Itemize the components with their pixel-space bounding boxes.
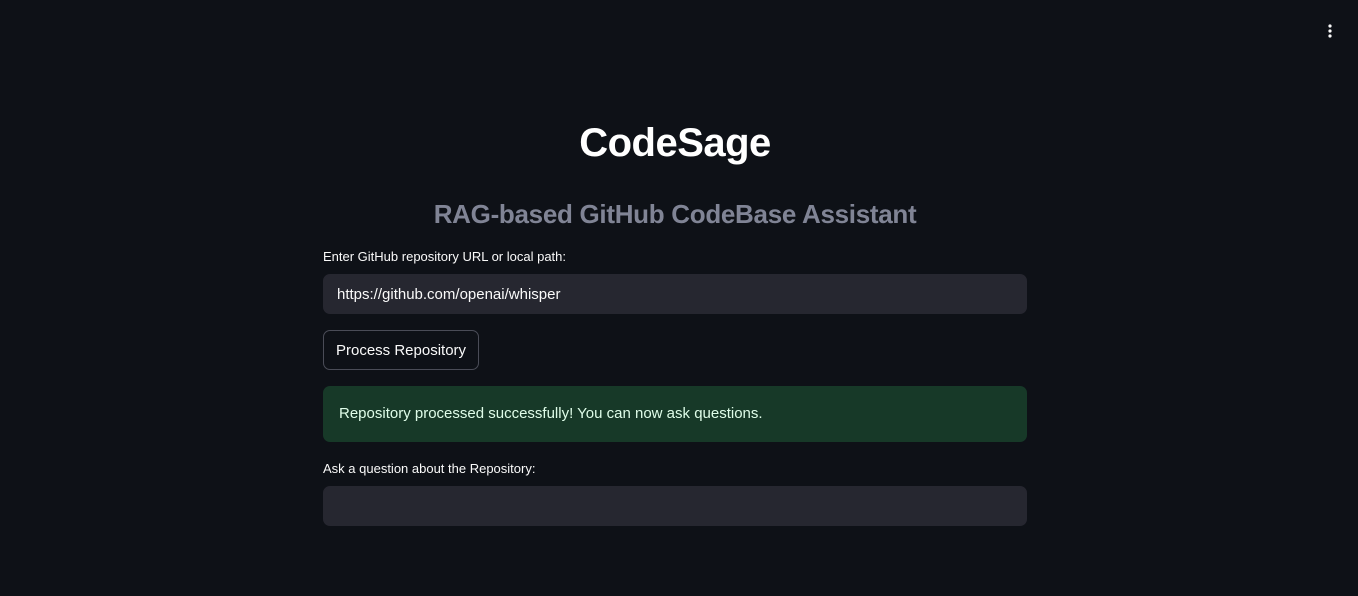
question-input[interactable]: [323, 486, 1027, 526]
success-alert: Repository processed successfully! You c…: [323, 386, 1027, 442]
page-title: CodeSage: [579, 121, 771, 165]
app-container: CodeSage RAG-based GitHub CodeBase Assis…: [0, 0, 1358, 596]
question-input-label: Ask a question about the Repository:: [323, 461, 536, 476]
vertical-ellipsis-icon: [1328, 24, 1332, 38]
process-repository-button[interactable]: Process Repository: [323, 330, 480, 370]
page-subtitle: RAG-based GitHub CodeBase Assistant: [433, 199, 917, 229]
main-menu-button[interactable]: [1316, 18, 1344, 44]
repo-input-label: Enter GitHub repository URL or local pat…: [323, 249, 567, 264]
repo-url-input[interactable]: [323, 274, 1027, 314]
